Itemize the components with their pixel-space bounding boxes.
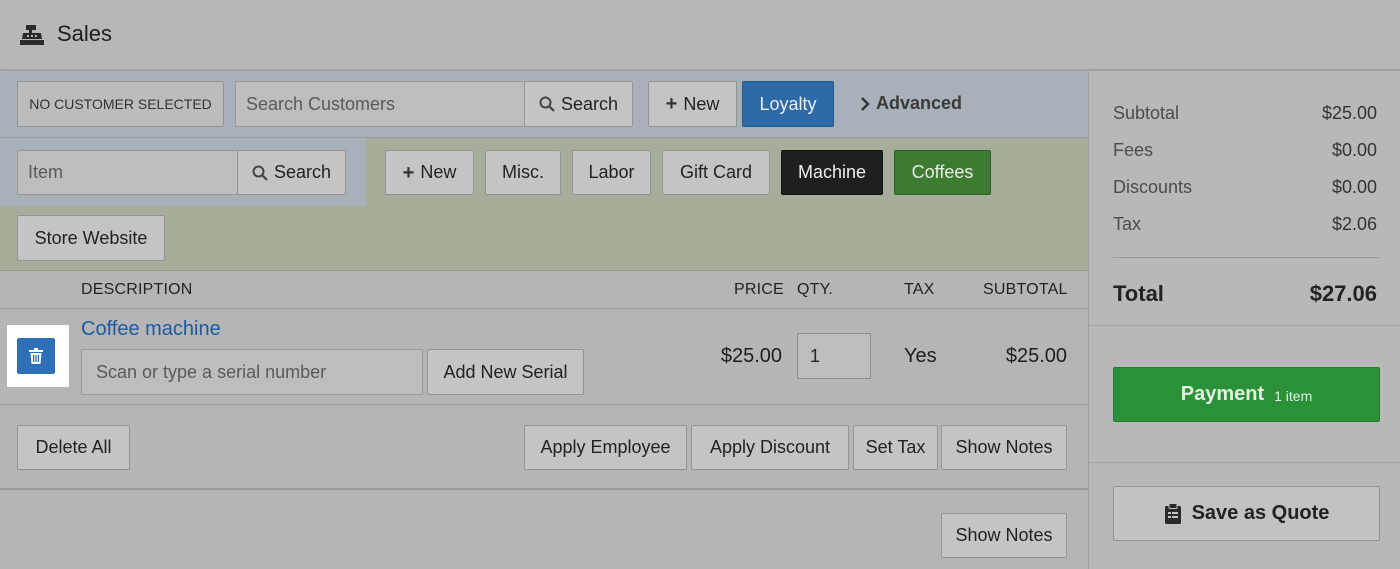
machine-button[interactable]: Machine [781,150,883,195]
coffees-button[interactable]: Coffees [894,150,991,195]
column-tax: TAX [904,281,935,298]
page-title: Sales [57,21,113,46]
delete-item-button[interactable] [17,338,55,374]
customer-search-input[interactable]: Search Customers [235,81,525,127]
customer-search-label: Search [560,93,619,114]
fees-label: Fees [1113,140,1154,160]
labor-button[interactable]: Labor [572,150,651,195]
line-item-tax: Yes [904,345,937,367]
fees-value: $0.00 [1331,140,1377,160]
gift-card-button[interactable]: Gift Card [662,150,770,195]
tax-label: Tax [1113,214,1142,234]
set-tax-button[interactable]: Set Tax [853,425,938,470]
show-notes-button-secondary[interactable]: Show Notes [941,513,1067,558]
plus-icon: + [402,161,415,184]
register-icon [20,24,44,46]
delete-all-button[interactable]: Delete All [17,425,130,470]
save-as-quote-label: Save as Quote [1191,502,1330,524]
misc-button[interactable]: Misc. [485,150,561,195]
serial-number-input[interactable]: Scan or type a serial number [81,349,423,395]
plus-icon: + [665,93,678,115]
save-as-quote-button[interactable]: Save as Quote [1113,486,1380,541]
line-item-subtotal: $25.00 [1005,345,1067,367]
search-icon [252,165,268,181]
advanced-label: Advanced [876,93,963,113]
chevron-right-icon [860,96,870,111]
subtotal-label: Subtotal [1113,103,1180,123]
column-description: DESCRIPTION [81,281,193,298]
discounts-label: Discounts [1113,177,1193,197]
apply-employee-button[interactable]: Apply Employee [524,425,687,470]
payment-label: Payment [1180,383,1265,405]
search-icon [539,96,555,112]
item-search-input[interactable]: Item [17,150,238,195]
line-item-price: $25.00 [720,345,782,367]
total-label: Total [1113,281,1164,306]
total-value: $27.06 [1309,281,1377,306]
subtotal-value: $25.00 [1321,103,1377,123]
column-qty: QTY. [797,281,834,298]
line-item-name-link[interactable]: Coffee machine [81,318,221,341]
loyalty-button[interactable]: Loyalty [742,81,834,127]
trash-icon [29,348,43,364]
new-item-label: New [420,162,457,182]
page-header: Sales [0,0,1400,70]
item-search-button[interactable]: Search [237,150,346,195]
column-subtotal: SUBTOTAL [983,281,1068,298]
summary-divider [1113,257,1379,258]
item-search-label: Search [273,162,332,182]
customer-search-button[interactable]: Search [524,81,633,127]
quantity-input[interactable]: 1 [797,333,871,379]
advanced-toggle[interactable]: Advanced [860,93,962,114]
discounts-value: $0.00 [1331,177,1377,197]
column-price: PRICE [734,281,784,298]
line-items-header: DESCRIPTION PRICE QTY. TAX SUBTOTAL [0,272,1088,309]
new-customer-button[interactable]: + New [648,81,737,127]
tax-value: $2.06 [1331,214,1377,234]
order-summary: Subtotal $25.00 Fees $0.00 Discounts $0.… [1088,71,1400,569]
payment-item-count: 1 item [1274,388,1313,404]
no-customer-selected-button[interactable]: NO CUSTOMER SELECTED [17,81,224,127]
section-divider-2 [1089,462,1400,463]
clipboard-icon [1164,502,1182,525]
section-divider [1089,325,1400,326]
add-new-serial-button[interactable]: Add New Serial [427,349,584,395]
payment-button[interactable]: Payment 1 item [1113,367,1380,422]
new-customer-label: New [683,93,720,114]
show-notes-button[interactable]: Show Notes [941,425,1067,470]
store-website-button[interactable]: Store Website [17,215,165,261]
apply-discount-button[interactable]: Apply Discount [691,425,849,470]
new-item-button[interactable]: + New [385,150,474,195]
